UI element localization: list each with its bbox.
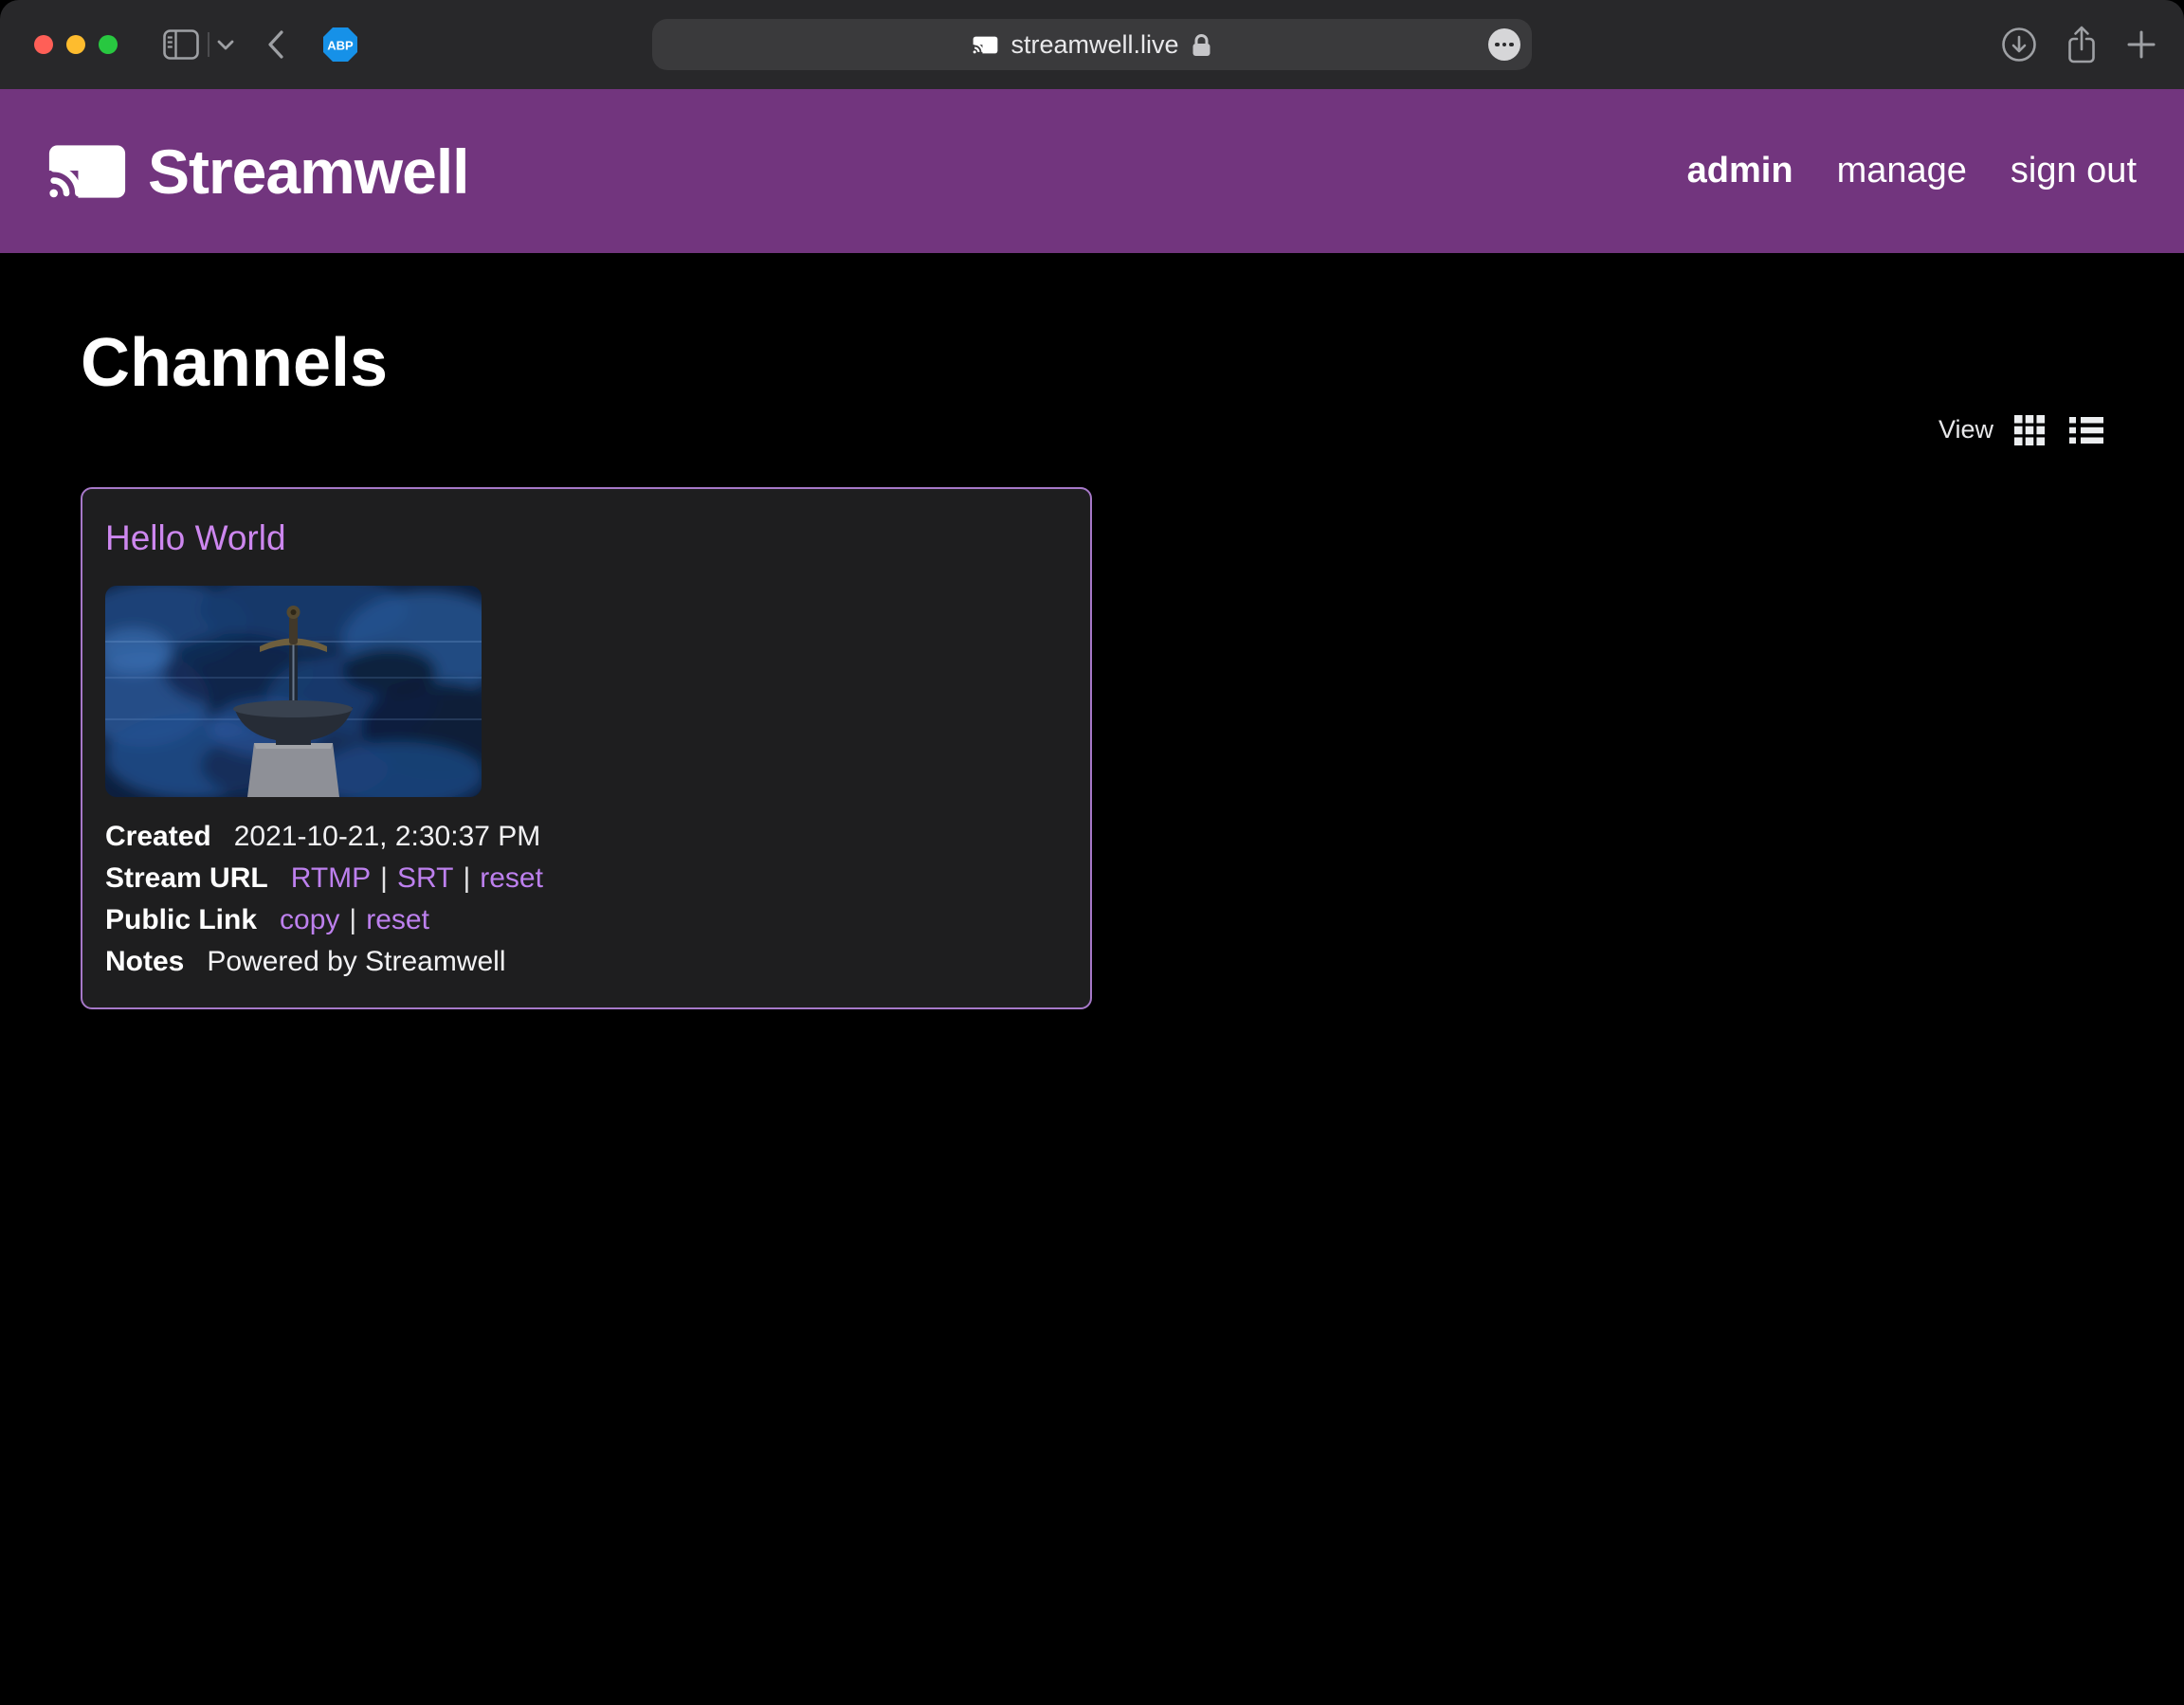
- address-bar[interactable]: streamwell.live: [652, 19, 1532, 70]
- svg-text:ABP: ABP: [327, 39, 354, 53]
- channel-card: Hello World: [81, 487, 1092, 1009]
- rtmp-link[interactable]: RTMP: [291, 862, 371, 894]
- separator: |: [380, 862, 388, 894]
- grid-view-icon: [2014, 415, 2045, 445]
- zoom-window-button[interactable]: [99, 35, 118, 54]
- lock-icon: [1192, 31, 1211, 58]
- view-controls: View: [81, 415, 2103, 445]
- stream-url-reset-link[interactable]: reset: [480, 862, 543, 894]
- site-favicon-cast-icon: [973, 36, 998, 54]
- separator: |: [463, 862, 470, 894]
- list-view-button[interactable]: [2069, 416, 2103, 444]
- notes-row: Notes Powered by Streamwell: [105, 941, 1062, 983]
- channel-thumbnail[interactable]: [105, 586, 482, 797]
- tab-group-chevron-button[interactable]: [217, 40, 234, 50]
- toolbar-divider: [208, 32, 209, 57]
- downloads-button[interactable]: [2000, 26, 2038, 63]
- brand-home-link[interactable]: Streamwell: [47, 136, 469, 208]
- page-title: Channels: [81, 325, 2103, 402]
- back-chevron-icon: [266, 29, 285, 60]
- separator: |: [349, 904, 356, 935]
- ellipsis-icon: [1495, 43, 1500, 47]
- header-nav: admin manage sign out: [1687, 151, 2137, 191]
- channel-fields: Created 2021-10-21, 2:30:37 PM Stream URL…: [105, 816, 1062, 983]
- browser-toolbar: ABP streamwell.live: [0, 0, 2184, 89]
- nav-link-admin[interactable]: admin: [1687, 151, 1793, 191]
- adblock-extension-button[interactable]: ABP: [321, 26, 359, 63]
- cast-logo-icon: [47, 143, 127, 200]
- public-link-label: Public Link: [105, 904, 257, 935]
- share-button[interactable]: [2065, 25, 2099, 64]
- srt-link[interactable]: SRT: [397, 862, 453, 894]
- grid-view-button[interactable]: [2014, 415, 2045, 445]
- stream-url-label: Stream URL: [105, 862, 268, 894]
- address-bar-content: streamwell.live: [973, 30, 1210, 60]
- address-url-text: streamwell.live: [1010, 30, 1178, 60]
- new-tab-button[interactable]: [2125, 28, 2157, 61]
- public-link-row: Public Link copy | reset: [105, 899, 1062, 941]
- site-header: Streamwell admin manage sign out: [0, 89, 2184, 253]
- sword-in-stone-thumbnail-image: [105, 586, 482, 797]
- minimize-window-button[interactable]: [66, 35, 85, 54]
- created-label: Created: [105, 821, 211, 852]
- share-icon: [2065, 25, 2099, 64]
- download-icon: [2000, 26, 2038, 63]
- public-link-reset-link[interactable]: reset: [366, 904, 429, 935]
- public-link-copy-link[interactable]: copy: [280, 904, 339, 935]
- nav-link-manage[interactable]: manage: [1837, 151, 1967, 191]
- nav-link-sign-out[interactable]: sign out: [2011, 151, 2137, 191]
- back-button[interactable]: [266, 29, 285, 60]
- chevron-down-icon: [217, 40, 234, 50]
- notes-value: Powered by Streamwell: [207, 946, 505, 977]
- notes-label: Notes: [105, 946, 184, 977]
- list-view-icon: [2069, 416, 2103, 444]
- view-label: View: [1938, 415, 1993, 444]
- brand-name: Streamwell: [148, 136, 469, 208]
- stream-url-row: Stream URL RTMP | SRT | reset: [105, 858, 1062, 899]
- created-value: 2021-10-21, 2:30:37 PM: [234, 821, 541, 852]
- browser-window: ABP streamwell.live: [0, 0, 2184, 1705]
- toolbar-right-group: [2000, 0, 2157, 89]
- sidebar-toggle-button[interactable]: [163, 29, 199, 60]
- toolbar-left-group: ABP: [163, 0, 359, 89]
- created-row: Created 2021-10-21, 2:30:37 PM: [105, 816, 1062, 858]
- channel-title-link[interactable]: Hello World: [105, 517, 286, 559]
- page-settings-button[interactable]: [1488, 28, 1520, 61]
- close-window-button[interactable]: [34, 35, 53, 54]
- sidebar-icon: [163, 29, 199, 60]
- window-controls: [34, 0, 118, 89]
- abp-badge-icon: ABP: [321, 26, 359, 63]
- page-content: Channels View Hello World: [0, 325, 2184, 1009]
- plus-icon: [2125, 28, 2157, 61]
